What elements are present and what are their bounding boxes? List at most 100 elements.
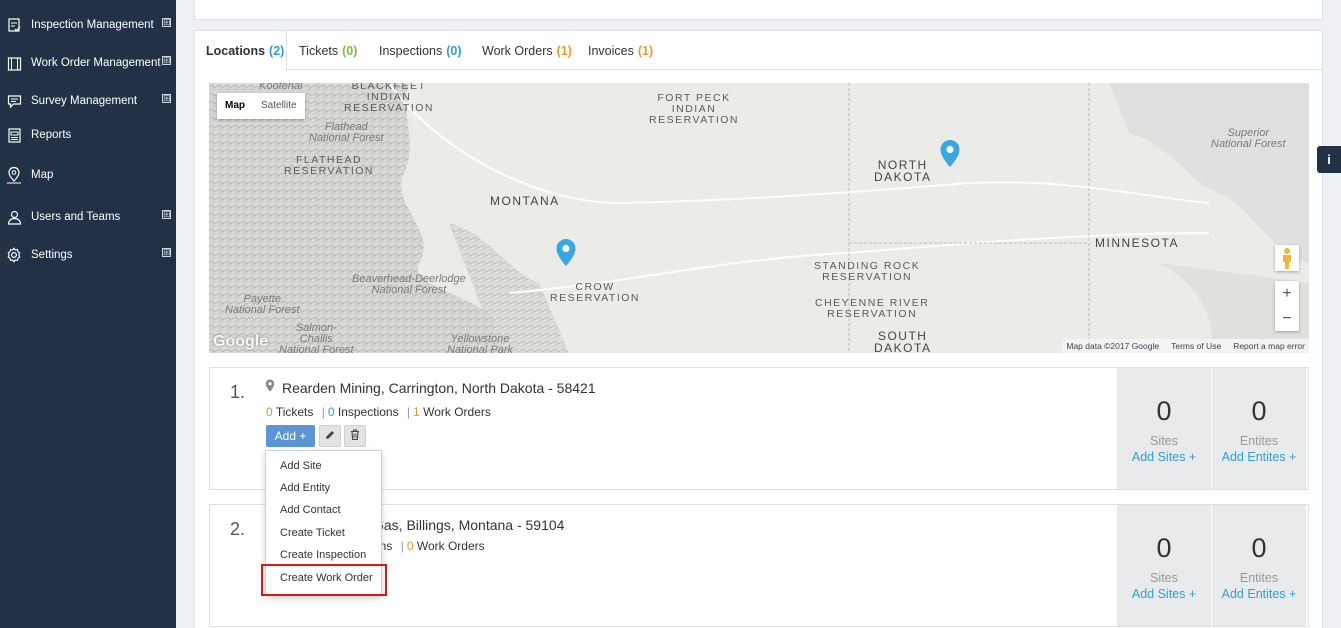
map-type-control: Map Satellite	[217, 93, 305, 119]
map-label-salmon: Salmon- Challis National Forest	[279, 322, 354, 354]
expand-icon[interactable]: ⊞	[162, 94, 171, 103]
entities-stat: 0 Entites Add Entites +	[1212, 505, 1306, 626]
pencil-icon	[325, 429, 335, 443]
sites-label: Sites	[1150, 434, 1178, 448]
delete-button[interactable]	[344, 425, 366, 447]
entities-count: 0	[1251, 396, 1267, 426]
entities-label: Entites	[1239, 571, 1279, 585]
expand-icon[interactable]: ⊞	[162, 248, 171, 257]
tab-count: (1)	[556, 43, 572, 58]
menu-item-add-contact[interactable]: Add Contact	[266, 499, 381, 521]
add-entities-link[interactable]: Add Entites +	[1212, 450, 1306, 464]
inspections-count: 0	[327, 405, 335, 419]
map-type-map-button[interactable]: Map	[217, 93, 253, 119]
add-dropdown-menu: Add Site Add Entity Add Contact Create T…	[265, 450, 382, 596]
menu-item-add-entity[interactable]: Add Entity	[266, 477, 381, 499]
user-icon	[6, 209, 22, 225]
tab-label: Locations	[206, 44, 266, 58]
map-label-crow: CROW RESERVATION	[550, 281, 641, 304]
location-counts: ons | 0 Work Orders	[373, 539, 485, 553]
tab-label: Work Orders	[482, 43, 553, 58]
map-label-superior: Superior National Forest	[1211, 127, 1286, 150]
map-label-payette: Payette National Forest	[225, 293, 300, 316]
add-button[interactable]: Add +	[266, 425, 315, 447]
tab-tickets[interactable]: Tickets (0)	[299, 31, 357, 70]
add-sites-link[interactable]: Add Sites +	[1117, 587, 1211, 601]
menu-item-create-work-order[interactable]: Create Work Order	[266, 567, 381, 589]
sidebar-item-survey-management[interactable]: Survey Management ⊞	[0, 86, 176, 116]
work-orders-label[interactable]: Work Orders	[423, 405, 491, 419]
location-counts: 0 Tickets | 0 Inspections | 1 Work Orders	[266, 405, 491, 419]
tab-locations[interactable]: Locations (2)	[195, 31, 287, 71]
sidebar-item-reports[interactable]: Reports	[0, 120, 176, 150]
tickets-label[interactable]: Tickets	[276, 405, 314, 419]
menu-item-add-site[interactable]: Add Site	[266, 455, 381, 477]
tickets-count: 0	[266, 405, 273, 419]
edit-button[interactable]	[319, 425, 341, 447]
sites-stat: 0 Sites Add Sites +	[1117, 505, 1211, 626]
map-label-flathead-res: FLATHEAD RESERVATION	[284, 154, 375, 177]
terms-link[interactable]: Terms of Use	[1171, 341, 1221, 351]
tab-label: Inspections	[379, 43, 443, 58]
map-marker-icon	[265, 379, 275, 395]
menu-item-create-inspection[interactable]: Create Inspection	[266, 544, 381, 566]
map-marker-icon[interactable]	[555, 238, 577, 268]
location-title[interactable]: Rearden Mining, Carrington, North Dakota…	[282, 380, 596, 396]
zoom-out-button[interactable]: −	[1275, 306, 1299, 331]
tab-work-orders[interactable]: Work Orders (1)	[482, 31, 572, 70]
expand-icon[interactable]: ⊞	[162, 210, 171, 219]
zoom-control: + −	[1275, 281, 1299, 331]
sidebar-item-label: Users and Teams	[31, 211, 121, 223]
map-label-fort-peck: FORT PECK INDIAN RESERVATION	[649, 92, 740, 126]
add-entities-link[interactable]: Add Entites +	[1212, 587, 1306, 601]
info-icon[interactable]: i	[1317, 146, 1341, 173]
sidebar: Inspection Management ⊞ Work Order Manag…	[0, 0, 176, 628]
entities-count: 0	[1251, 533, 1267, 563]
map-attribution: Map data ©2017 Google Terms of Use Repor…	[1062, 339, 1309, 353]
map-data-text: Map data ©2017 Google	[1066, 341, 1160, 351]
sidebar-item-users-and-teams[interactable]: Users and Teams ⊞	[0, 202, 176, 232]
clipboard-icon	[6, 55, 22, 71]
chat-icon	[6, 93, 22, 109]
sites-count: 0	[1156, 396, 1172, 426]
location-number: 2.	[230, 519, 246, 539]
map-pin-icon	[6, 166, 22, 184]
entities-stat: 0 Entites Add Entites +	[1212, 368, 1306, 489]
map-label-standing-rock: STANDING ROCK RESERVATION	[814, 260, 921, 283]
tab-label: Tickets	[299, 43, 339, 58]
map-view[interactable]: Map Satellite Kootenai BLACKFEET INDIAN …	[209, 83, 1309, 353]
sidebar-item-map[interactable]: Map	[0, 160, 176, 190]
location-title[interactable]: Gas, Billings, Montana - 59104	[373, 517, 564, 533]
tab-bar: Locations (2) Tickets (0) Inspections (0…	[195, 31, 1322, 71]
menu-item-create-ticket[interactable]: Create Ticket	[266, 522, 381, 544]
map-label-north-dakota: NORTH DAKOTA	[874, 158, 932, 184]
map-label-south-dakota: SOUTH DAKOTA	[874, 329, 932, 353]
tab-invoices[interactable]: Invoices (1)	[588, 31, 653, 70]
sidebar-item-label: Settings	[31, 249, 73, 261]
zoom-in-button[interactable]: +	[1275, 281, 1299, 306]
tab-label: Invoices	[588, 43, 634, 58]
map-label-montana: MONTANA	[490, 194, 560, 208]
sidebar-item-settings[interactable]: Settings ⊞	[0, 240, 176, 270]
tab-count: (1)	[637, 43, 654, 58]
sites-stat: 0 Sites Add Sites +	[1117, 368, 1211, 489]
sidebar-item-inspection-management[interactable]: Inspection Management ⊞	[0, 10, 176, 40]
clipboard-check-icon	[6, 17, 22, 33]
map-label-cheyenne-river: CHEYENNE RIVER RESERVATION	[815, 297, 930, 320]
map-type-satellite-button[interactable]: Satellite	[253, 93, 305, 119]
expand-icon[interactable]: ⊞	[162, 56, 171, 65]
tab-count: (0)	[342, 43, 358, 58]
expand-icon[interactable]: ⊞	[162, 18, 171, 27]
top-card	[194, 0, 1323, 20]
add-sites-link[interactable]: Add Sites +	[1117, 450, 1211, 464]
sidebar-item-work-order-management[interactable]: Work Order Management ⊞	[0, 48, 176, 78]
tab-inspections[interactable]: Inspections (0)	[379, 31, 462, 70]
sidebar-item-label: Work Order Management	[31, 57, 161, 69]
inspections-label[interactable]: Inspections	[338, 405, 399, 419]
map-label-beaverhead: Beaverhead-Deerlodge National Forest	[352, 273, 466, 296]
sidebar-item-label: Reports	[31, 129, 72, 141]
map-marker-icon[interactable]	[939, 139, 961, 169]
report-error-link[interactable]: Report a map error	[1233, 341, 1305, 351]
street-view-pegman-icon[interactable]	[1275, 245, 1299, 271]
work-orders-label[interactable]: Work Orders	[417, 539, 485, 553]
